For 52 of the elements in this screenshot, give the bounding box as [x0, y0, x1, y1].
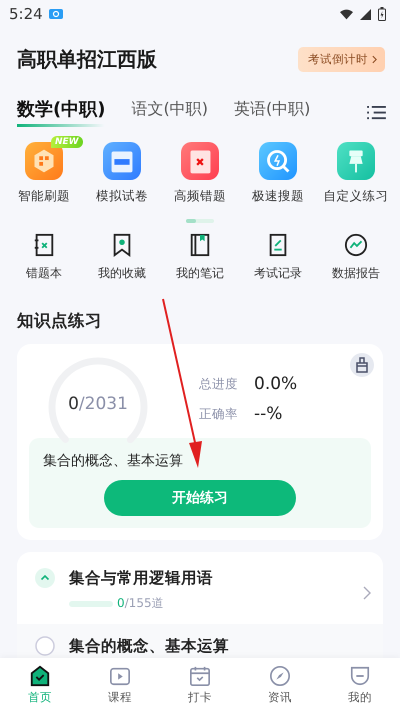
search-icon	[259, 142, 297, 180]
tool-button[interactable]: 错题本	[5, 233, 83, 282]
nav-tab[interactable]: 资讯	[240, 658, 320, 711]
stat-label: 正确率	[199, 406, 238, 422]
battery-icon	[378, 7, 386, 21]
tool-button[interactable]: 数据报告	[317, 233, 395, 282]
nav-tab[interactable]: 我的	[320, 658, 400, 711]
tool-button[interactable]: 考试记录	[239, 233, 317, 282]
signal-icon	[359, 8, 372, 20]
wrong-question-icon	[181, 142, 219, 180]
progress-count: 0/2031	[67, 394, 129, 414]
nav-tab[interactable]: 打卡	[160, 658, 240, 711]
page-indicator	[186, 219, 214, 223]
home-icon	[29, 664, 51, 686]
chapter-progress-bar	[69, 600, 113, 606]
feature-button[interactable]: 自定义练习	[317, 136, 395, 205]
stat-value: 0.0%	[254, 374, 298, 394]
book-icon	[188, 233, 212, 257]
compass-icon	[269, 664, 291, 686]
nav-tab[interactable]: 课程	[80, 658, 160, 711]
feature-button[interactable]: 模拟试卷	[83, 136, 161, 205]
pocket-icon	[349, 664, 371, 686]
feature-button[interactable]: 高频错题	[161, 136, 239, 205]
broom-icon[interactable]	[350, 353, 374, 377]
countdown-button[interactable]: 考试倒计时	[298, 46, 385, 72]
feature-button[interactable]: NEW 智能刷题	[5, 136, 83, 205]
subject-tab[interactable]: 英语(中职)	[234, 98, 310, 126]
pin-icon	[337, 142, 375, 180]
section-title: 知识点练习	[17, 310, 103, 332]
notebook-icon	[32, 233, 56, 257]
circle-icon[interactable]	[35, 636, 55, 656]
chapter-count: 0/155道	[117, 595, 164, 612]
new-badge: NEW	[51, 136, 83, 148]
tool-button[interactable]: 我的收藏	[83, 233, 161, 282]
stat-label: 总进度	[199, 376, 238, 392]
notification-icon	[48, 8, 63, 20]
collapse-icon[interactable]	[35, 568, 55, 588]
feature-button[interactable]: 极速搜题	[239, 136, 317, 205]
exam-paper-icon	[103, 142, 141, 180]
app-title: 高职单招江西版	[17, 46, 158, 72]
subject-tab[interactable]: 语文(中职)	[131, 98, 208, 126]
tool-button[interactable]: 我的笔记	[161, 233, 239, 282]
chapter-title[interactable]: 集合与常用逻辑用语	[69, 568, 349, 589]
calendar-icon	[189, 664, 211, 686]
subject-tab[interactable]: 数学(中职)	[17, 97, 106, 127]
wifi-icon	[340, 8, 353, 20]
stat-value: --%	[254, 404, 282, 424]
topic-title: 集合的概念、基本运算	[43, 452, 184, 470]
menu-icon[interactable]	[367, 104, 386, 120]
chevron-icon	[372, 54, 377, 64]
status-time: 5:24	[9, 5, 43, 23]
chevron-icon[interactable]	[363, 586, 371, 600]
